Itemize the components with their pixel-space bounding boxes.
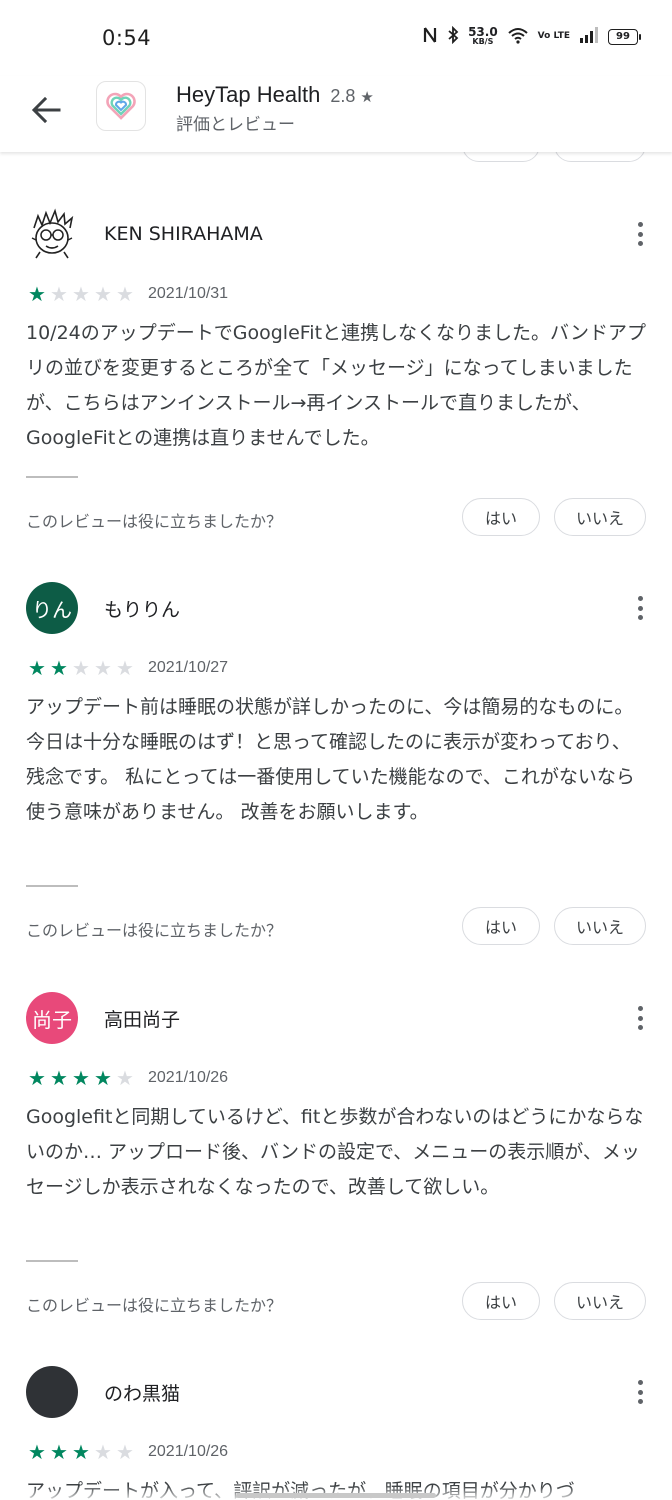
app-rating-value: 2.8 bbox=[330, 86, 356, 106]
more-options-button[interactable] bbox=[634, 1004, 646, 1032]
app-rating: 2.8 ★ bbox=[330, 86, 374, 107]
star-icon: ★ bbox=[28, 656, 46, 680]
star-icon: ★ bbox=[72, 1440, 90, 1464]
review-date: 2021/10/31 bbox=[148, 285, 229, 302]
avatar bbox=[26, 208, 78, 260]
more-options-button[interactable] bbox=[634, 1378, 646, 1406]
review-date: 2021/10/26 bbox=[148, 1443, 229, 1460]
review-header: KEN SHIRAHAMA bbox=[26, 208, 263, 260]
star-icon: ★ bbox=[72, 282, 90, 306]
star-icon: ★ bbox=[50, 1440, 68, 1464]
helpful-question: このレビューは役に立ちましたか？ bbox=[26, 921, 283, 940]
star-rating: ★ ★ ★ ★ ★ bbox=[26, 1442, 136, 1462]
rating-row: ★ ★ ★ ★ ★ 2021/10/26 bbox=[26, 1068, 228, 1088]
network-speed-unit: KB/S bbox=[472, 36, 494, 46]
reviewer-name: 高田尚子 bbox=[104, 1008, 181, 1031]
star-icon: ★ bbox=[72, 656, 90, 680]
more-options-button[interactable] bbox=[634, 594, 646, 622]
network-speed: 53.0 KB/S bbox=[468, 24, 498, 47]
star-icon: ★ bbox=[360, 89, 374, 106]
helpful-yes-button[interactable]: はい bbox=[462, 498, 540, 536]
helpful-no-button[interactable]: いいえ bbox=[554, 498, 646, 536]
app-header: HeyTap Health 2.8 ★ 評価とレビュー bbox=[0, 76, 672, 152]
star-icon: ★ bbox=[94, 1440, 112, 1464]
star-icon: ★ bbox=[28, 282, 46, 306]
battery-indicator: 99 bbox=[608, 28, 641, 45]
back-button[interactable] bbox=[26, 90, 66, 130]
nfc-icon bbox=[422, 26, 438, 47]
helpful-row: このレビューは役に立ちましたか？ はい いいえ bbox=[0, 1282, 672, 1322]
cartoon-face-avatar-icon bbox=[31, 208, 74, 259]
star-icon: ★ bbox=[50, 656, 68, 680]
app-icon bbox=[96, 81, 146, 131]
helpful-no-button[interactable]: いいえ bbox=[554, 907, 646, 945]
divider bbox=[26, 885, 78, 887]
rating-row: ★ ★ ★ ★ ★ 2021/10/26 bbox=[26, 1442, 228, 1462]
arrow-back-icon bbox=[31, 97, 61, 123]
reviewer-name: KEN SHIRAHAMA bbox=[104, 223, 263, 245]
helpful-row: このレビューは役に立ちましたか？ はい いいえ bbox=[0, 498, 672, 538]
wifi-icon bbox=[507, 26, 529, 47]
helpful-no-button[interactable]: いいえ bbox=[554, 1282, 646, 1320]
star-icon: ★ bbox=[50, 1066, 68, 1090]
star-icon: ★ bbox=[50, 282, 68, 306]
star-icon: ★ bbox=[94, 282, 112, 306]
divider bbox=[26, 476, 78, 478]
star-icon: ★ bbox=[116, 1440, 134, 1464]
star-icon: ★ bbox=[94, 1066, 112, 1090]
star-icon: ★ bbox=[116, 1066, 134, 1090]
review-header: のわ黒猫 bbox=[26, 1366, 180, 1418]
rating-row: ★ ★ ★ ★ ★ 2021/10/31 bbox=[26, 284, 228, 304]
review-text: 10/24のアップデートでGoogleFitと連携しなくなりました。バンドアプリ… bbox=[26, 322, 646, 449]
review-header: 尚子 高田尚子 bbox=[26, 992, 180, 1044]
signal-icon bbox=[579, 27, 599, 46]
helpful-question: このレビューは役に立ちましたか？ bbox=[26, 512, 283, 531]
page-subtitle: 評価とレビュー bbox=[176, 115, 295, 135]
star-icon: ★ bbox=[94, 656, 112, 680]
more-options-button[interactable] bbox=[634, 220, 646, 248]
network-speed-value: 53.0 bbox=[468, 24, 498, 39]
review-header: りん もりりん bbox=[26, 582, 180, 634]
volte-indicator: Vo LTE bbox=[537, 31, 570, 41]
review-text: アップデート前は睡眠の状態が詳しかったのに、今は簡易的なものに。 今日は十分な睡… bbox=[26, 696, 635, 823]
star-icon: ★ bbox=[28, 1440, 46, 1464]
star-icon: ★ bbox=[116, 282, 134, 306]
star-icon: ★ bbox=[28, 1066, 46, 1090]
app-title-row: HeyTap Health 2.8 ★ bbox=[176, 82, 374, 108]
heart-logo-icon bbox=[106, 92, 136, 120]
rating-row: ★ ★ ★ ★ ★ 2021/10/27 bbox=[26, 658, 228, 678]
helpful-row: このレビューは役に立ちましたか？ はい いいえ bbox=[0, 907, 672, 947]
helpful-question: このレビューは役に立ちましたか？ bbox=[26, 1296, 283, 1315]
divider bbox=[26, 1260, 78, 1262]
star-rating: ★ ★ ★ ★ ★ bbox=[26, 1068, 136, 1088]
star-icon: ★ bbox=[72, 1066, 90, 1090]
bluetooth-icon bbox=[447, 25, 459, 47]
avatar: りん bbox=[26, 582, 78, 634]
reviewer-name: もりりん bbox=[104, 598, 181, 621]
star-icon: ★ bbox=[116, 656, 134, 680]
review-card: のわ黒猫 ★★★★★ 2021/10/26 アップデートが入って、評訳が減ったが… bbox=[0, 1366, 672, 1500]
avatar bbox=[26, 1366, 78, 1418]
review-date: 2021/10/27 bbox=[148, 659, 229, 676]
helpful-yes-button[interactable]: はい bbox=[462, 907, 540, 945]
star-rating: ★ ★ ★ ★ ★ bbox=[26, 284, 136, 304]
helpful-yes-button[interactable]: はい bbox=[462, 1282, 540, 1320]
star-rating: ★ ★ ★ ★ ★ bbox=[26, 658, 136, 678]
review-text: Googlefitと同期しているけど、fitと歩数が合わないのはどうにかならない… bbox=[26, 1106, 644, 1198]
avatar: 尚子 bbox=[26, 992, 78, 1044]
status-time: 0:54 bbox=[102, 26, 152, 50]
home-indicator[interactable] bbox=[236, 1493, 436, 1498]
app-name: HeyTap Health bbox=[176, 82, 321, 107]
reviewer-name: のわ黒猫 bbox=[104, 1382, 181, 1405]
status-bar: 0:54 53.0 KB/S Vo LTE 99 bbox=[0, 0, 672, 76]
review-date: 2021/10/26 bbox=[148, 1069, 229, 1086]
status-icons: 53.0 KB/S Vo LTE 99 bbox=[422, 24, 641, 47]
